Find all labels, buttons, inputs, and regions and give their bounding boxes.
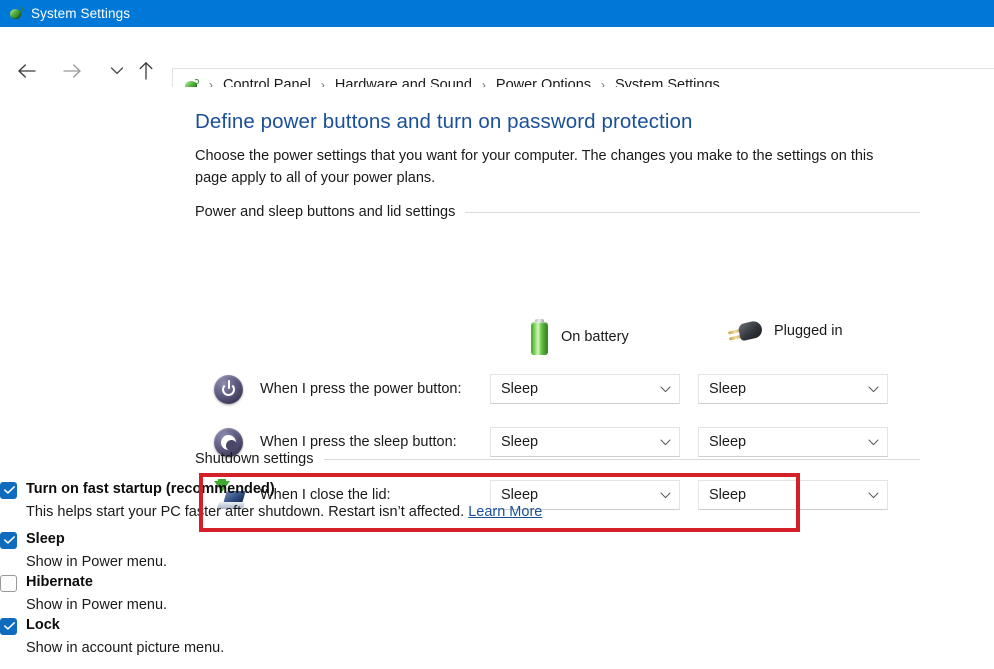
chevron-down-icon [660,439,671,445]
chevron-down-icon [110,67,124,75]
power-plug-icon [727,319,764,343]
chevron-down-icon [660,492,671,498]
up-button[interactable] [129,54,163,88]
setting-label-power-button: When I press the power button: [260,381,462,397]
checkmark-icon [4,622,15,630]
checkbox-label-sleep[interactable]: Sleep [26,531,65,547]
setting-label-sleep-button: When I press the sleep button: [260,434,457,450]
checkbox-description-sleep: Show in Power menu. [26,554,168,570]
page-description: Choose the power settings that you want … [195,148,874,186]
up-arrow-icon [139,62,153,80]
dropdown-value: Sleep [501,487,539,503]
checkmark-icon [4,536,15,544]
checkbox-description-lock: Show in account picture menu. [26,640,225,656]
group-header-power-and-sleep: Power and sleep buttons and lid settings [195,204,920,220]
checkbox-hibernate[interactable] [0,575,17,592]
chevron-down-icon [660,386,671,392]
column-label-plugged-in: Plugged in [774,323,843,339]
group-header-shutdown-settings: Shutdown settings [195,451,920,467]
column-header-on-battery: On battery [530,319,629,355]
chevron-down-icon [868,492,879,498]
dropdown-power-button-on-battery[interactable]: Sleep [490,374,680,404]
checkbox-lock[interactable] [0,618,17,635]
setting-label-close-lid: When I close the lid: [260,487,391,503]
checkbox-description-fast-startup: This helps start your PC faster after sh… [26,504,542,520]
forward-button[interactable] [55,54,89,88]
group-divider [465,211,920,213]
dropdown-value: Sleep [709,381,747,397]
main-content: Define power buttons and turn on passwor… [0,87,994,669]
fast-startup-description-text: This helps start your PC faster after sh… [26,504,465,520]
group-label: Power and sleep buttons and lid settings [195,204,456,220]
checkmark-icon [4,486,15,494]
page-title: Define power buttons and turn on passwor… [195,110,693,133]
navigation-bar: › Control Panel › Hardware and Sound › P… [0,27,994,102]
checkbox-label-fast-startup[interactable]: Turn on fast startup (recommended) [26,481,275,497]
group-label: Shutdown settings [195,451,314,467]
dropdown-value: Sleep [501,434,539,450]
dropdown-power-button-plugged-in[interactable]: Sleep [698,374,888,404]
dropdown-close-lid-plugged-in[interactable]: Sleep [698,480,888,510]
checkbox-description-hibernate: Show in Power menu. [26,597,168,613]
chevron-down-icon [868,439,879,445]
window-titlebar: System Settings [0,0,994,27]
forward-arrow-icon [63,64,81,78]
column-label-on-battery: On battery [561,329,629,345]
group-divider [323,458,920,460]
checkbox-label-hibernate[interactable]: Hibernate [26,574,93,590]
power-button-icon [213,373,245,405]
setting-row-power-button: When I press the power button: Sleep Sle… [213,372,913,406]
window-title: System Settings [31,6,131,21]
back-button[interactable] [10,54,44,88]
dropdown-value: Sleep [709,487,747,503]
column-header-plugged-in: Plugged in [727,319,843,343]
dropdown-value: Sleep [501,381,539,397]
checkbox-sleep[interactable] [0,532,17,549]
learn-more-link[interactable]: Learn More [468,504,542,520]
battery-icon [530,319,549,355]
checkbox-fast-startup[interactable] [0,482,17,499]
checkbox-label-lock[interactable]: Lock [26,617,60,633]
window-icon [8,6,24,22]
back-arrow-icon [18,64,36,78]
dropdown-value: Sleep [709,434,747,450]
chevron-down-icon [868,386,879,392]
